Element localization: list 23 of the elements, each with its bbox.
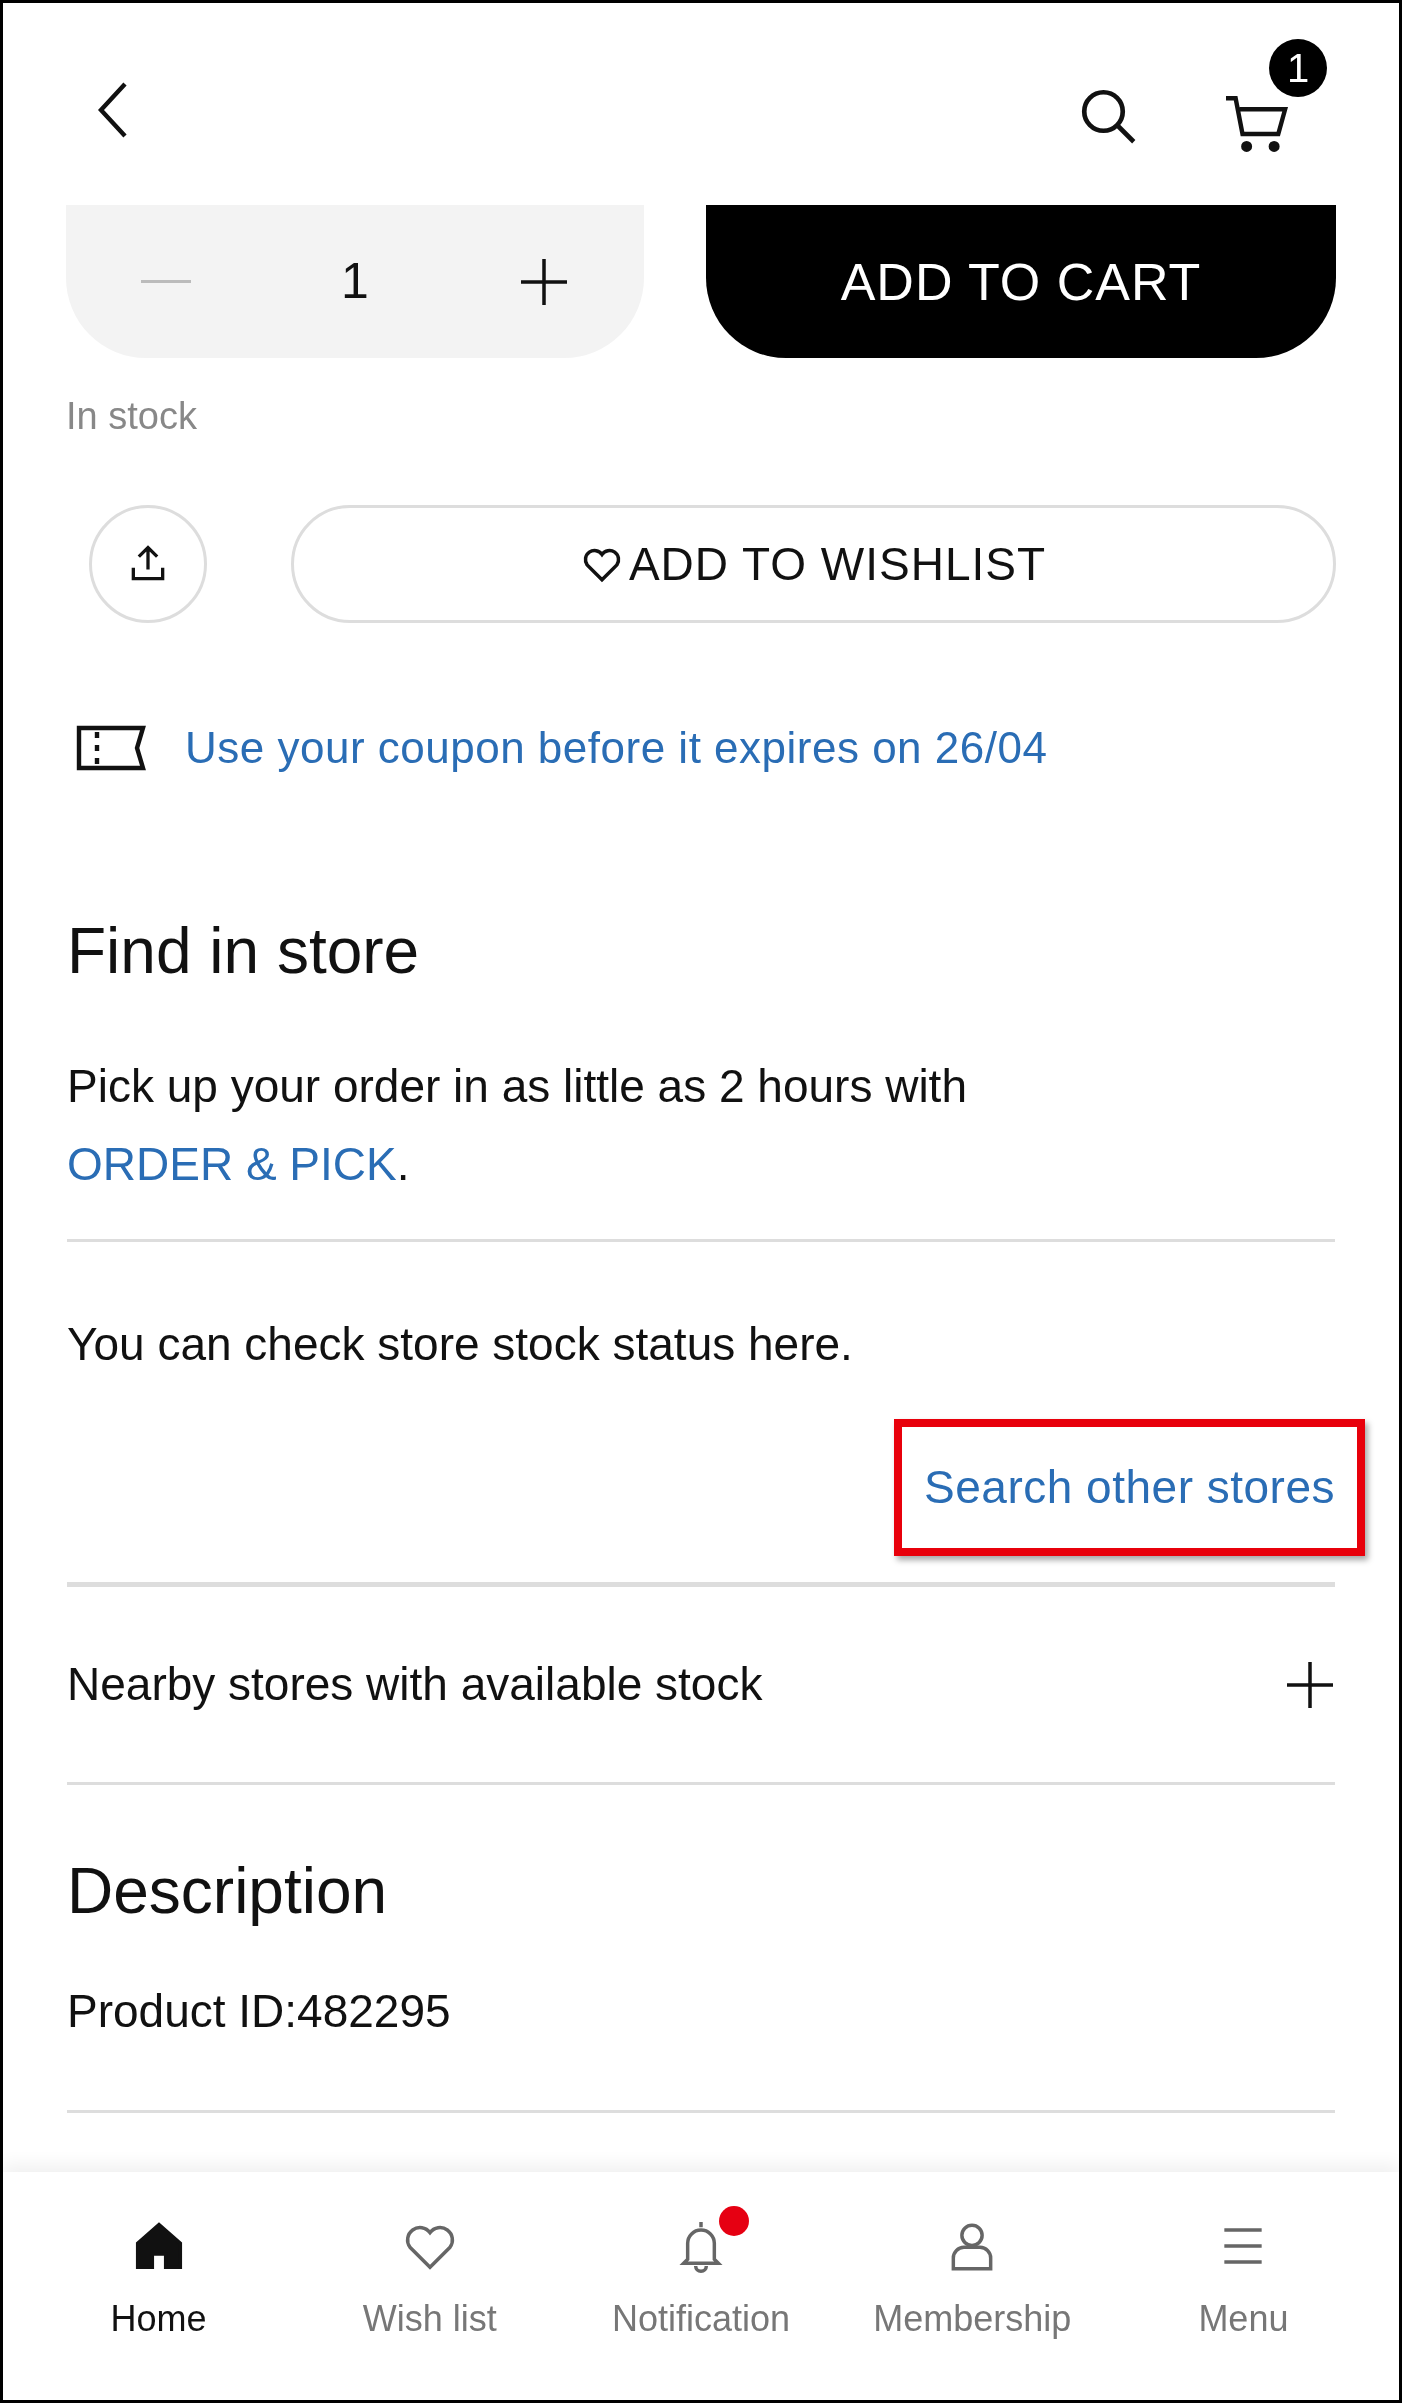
plus-icon xyxy=(1285,1659,1335,1710)
accordion-header[interactable]: Nearby stores with available stock xyxy=(67,1587,1335,1782)
cart-badge: 1 xyxy=(1269,39,1327,97)
coupon-link[interactable]: Use your coupon before it expires on 26/04 xyxy=(185,715,1048,781)
plus-icon xyxy=(519,256,569,307)
add-to-cart-button[interactable]: ADD TO CART xyxy=(706,205,1336,358)
description-heading: Description xyxy=(67,1854,389,1929)
stock-status: In stock xyxy=(66,394,197,439)
nav-tab[interactable]: Wish list xyxy=(294,2198,566,2346)
nav-tab[interactable]: Notification xyxy=(565,2198,837,2346)
find-in-store-description: Pick up your order in as little as 2 hours with ORDER & PICK. xyxy=(67,1059,968,1192)
find-in-store-heading: Find in store xyxy=(67,914,421,989)
product-id: Product ID:482295 xyxy=(67,1984,452,2039)
nav-tab[interactable]: Menu xyxy=(1107,2198,1379,2346)
add-to-wishlist-button[interactable]: ADD TO WISHLIST xyxy=(291,505,1336,623)
search-other-stores-link[interactable]: Search other stores xyxy=(924,1461,1335,1513)
ticket-icon xyxy=(75,724,147,772)
nav-tab[interactable]: Membership xyxy=(836,2198,1108,2346)
stock-check-note: You can check store stock status here. xyxy=(67,1317,854,1372)
quantity-value: 1 xyxy=(341,252,369,311)
order-pick-link[interactable]: ORDER & PICK xyxy=(67,1138,397,1190)
share-button[interactable] xyxy=(89,505,207,623)
nav-tab[interactable]: Home xyxy=(23,2198,295,2346)
